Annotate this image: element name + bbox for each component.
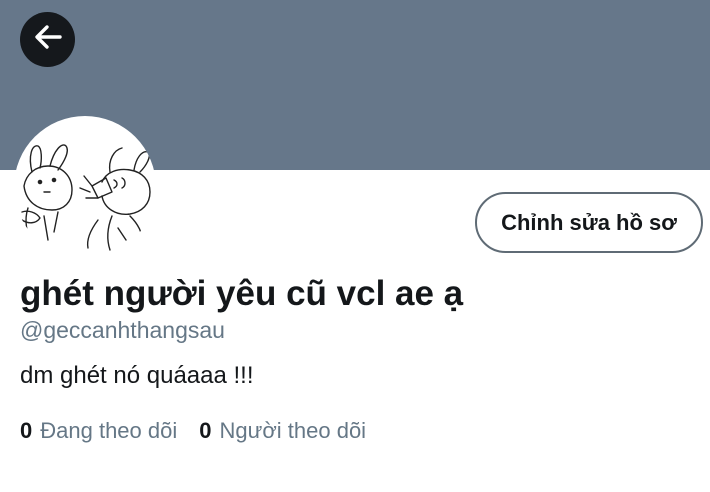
user-handle: @geccanhthangsau — [20, 317, 225, 343]
followers-stat[interactable]: 0 Người theo dõi — [199, 418, 366, 444]
arrow-left-icon — [33, 22, 63, 57]
back-button[interactable] — [20, 12, 75, 67]
avatar[interactable] — [14, 116, 156, 258]
bio-text: dm ghét nó quáaaa !!! — [20, 362, 254, 389]
following-count: 0 — [20, 418, 33, 443]
avatar-drawing — [21, 144, 151, 251]
display-name: ghét người yêu cũ vcl ae ạ — [20, 274, 464, 313]
followers-count: 0 — [199, 418, 212, 443]
followers-label: Người theo dõi — [219, 418, 367, 443]
follow-stats: 0 Đang theo dõi 0 Người theo dõi — [20, 418, 366, 444]
profile-page: Chỉnh sửa hồ sơ ghét người yêu cũ vcl ae… — [0, 0, 710, 492]
following-label: Đang theo dõi — [40, 418, 178, 443]
following-stat[interactable]: 0 Đang theo dõi — [20, 418, 177, 444]
edit-profile-button[interactable]: Chỉnh sửa hồ sơ — [475, 192, 703, 253]
